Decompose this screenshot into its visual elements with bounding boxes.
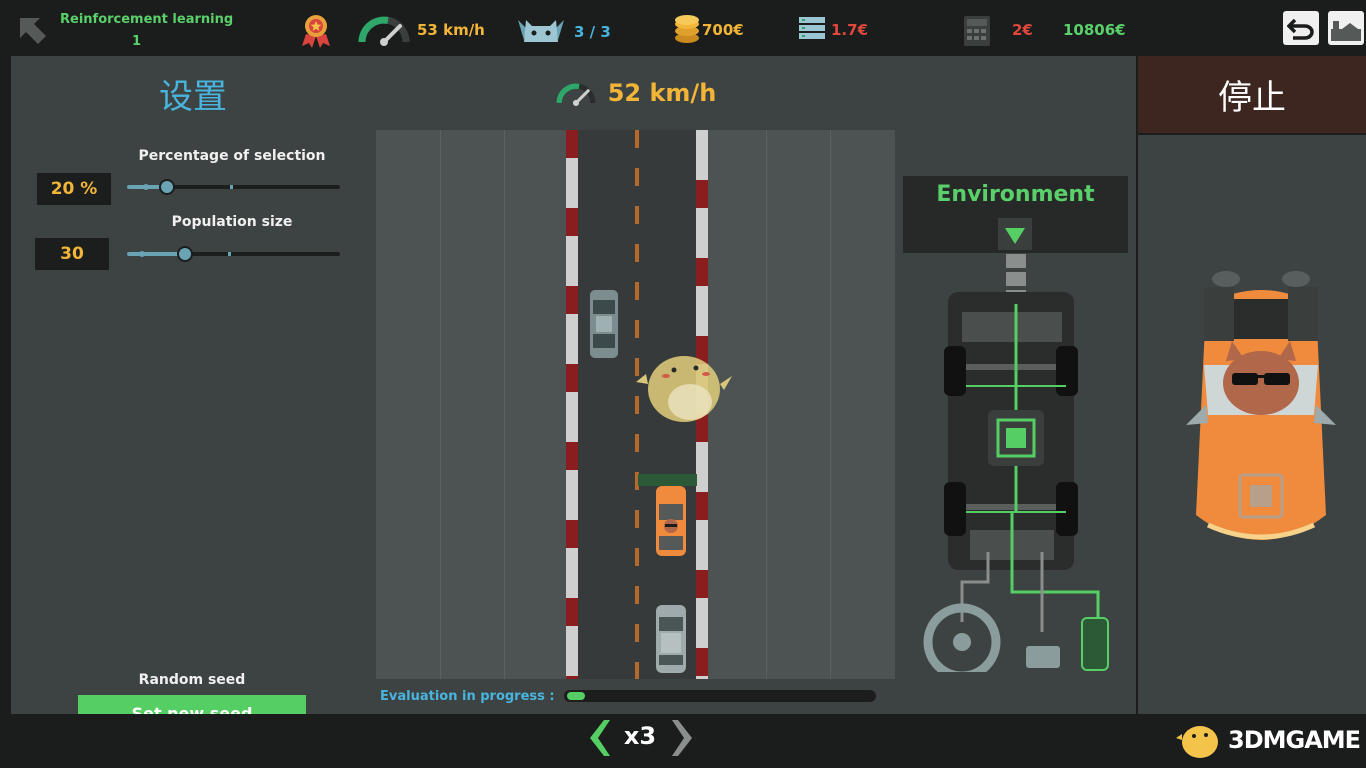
server-icon [799,17,825,39]
environment-title: Environment [936,182,1095,207]
evaluation-progress-bar [564,690,876,702]
settings-header: 设置 [11,56,375,130]
car-preview-panel [1138,135,1366,714]
factory-icon [1331,21,1361,41]
population-slider[interactable] [127,246,340,262]
watermark-text: 3DMGAME [1228,726,1361,754]
chevron-right-icon[interactable] [672,718,698,758]
percentage-slider-tick [230,185,233,189]
coins-icon [675,15,699,43]
chevron-left-icon[interactable] [584,718,610,758]
total-money: 10806€ [1063,21,1126,39]
random-seed-label: Random seed [138,672,246,688]
ghost-cat-icon [636,356,732,422]
speed-multiplier: x3 [623,722,657,750]
stop-button[interactable]: 停止 [1138,56,1366,133]
cats-counter: 3 / 3 [574,23,611,41]
percentage-value: 20 % [37,173,111,205]
track-speed-value: 52 km/h [607,79,717,107]
server-cost: 1.7€ [831,21,869,39]
mode-level: 1 [132,34,142,49]
factory-button[interactable] [1328,11,1364,45]
lane-line [440,130,441,679]
ghost-mascot-icon [1176,726,1218,758]
traffic-car [656,605,686,673]
calculator-icon [964,16,990,46]
down-arrow-icon [998,218,1032,250]
environment-box: Environment [903,176,1128,253]
traffic-car [590,290,618,358]
track-speed-header: 52 km/h [375,56,895,130]
lane-line [766,130,767,679]
population-label: Population size [171,214,293,230]
calc-cost: 2€ [1012,21,1033,39]
cat-icon [518,20,564,42]
percentage-slider-knob[interactable] [159,179,175,195]
percentage-slider[interactable] [127,179,340,195]
medal-icon [302,15,330,48]
player-car [656,486,686,556]
undo-button[interactable] [1283,11,1319,45]
evaluation-label: Evaluation in progress : [380,689,555,704]
settings-title: 设置 [159,76,227,117]
population-value: 30 [35,238,109,270]
population-slider-tick [228,252,231,256]
percentage-label: Percentage of selection [138,148,326,164]
speed-readout: 53 km/h [417,21,485,39]
mode-title: Reinforcement learning [60,12,234,27]
left-curb [566,130,578,679]
start-line [638,474,697,486]
watermark: 3DMGAME [1176,720,1361,760]
population-slider-knob[interactable] [177,246,193,262]
speedometer-icon [358,16,410,46]
lane-line [504,130,505,679]
back-arrow-icon[interactable] [14,12,50,48]
lane-line [830,130,831,679]
settings-panel: Percentage of selection 20 % Population … [11,130,375,731]
evaluation-progress-fill [567,692,585,700]
undo-icon [1287,18,1314,40]
car-chassis-diagram [923,254,1109,672]
top-bar: Reinforcement learning 1 53 km/h 3 / 3 7… [0,0,1366,56]
population-slider-mark [139,251,145,257]
coins-counter: 700€ [702,21,744,39]
race-track [376,130,895,679]
cat-driver-car-icon [1186,271,1336,540]
speedometer-icon [556,83,596,106]
percentage-slider-mark [143,184,149,190]
